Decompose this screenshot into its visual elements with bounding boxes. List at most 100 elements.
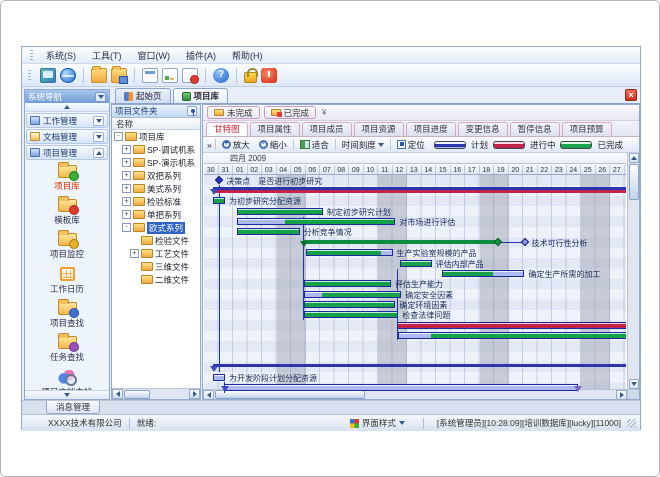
scroll-up-icon[interactable] (629, 153, 639, 163)
tree-node[interactable]: +工艺文件 (112, 247, 200, 260)
scrollbar-thumb[interactable] (215, 390, 365, 399)
gantt-task-bar[interactable] (397, 322, 626, 329)
menu-item[interactable]: 帮助(H) (224, 48, 271, 63)
tree-expander-icon[interactable]: + (122, 210, 131, 219)
gantt-task-bar[interactable] (237, 208, 323, 215)
tree-expander-icon[interactable]: + (130, 249, 139, 258)
gantt-milestone[interactable] (520, 238, 528, 246)
scroll-right-icon[interactable] (189, 389, 200, 399)
globe-icon[interactable] (60, 68, 76, 83)
report-icon[interactable] (142, 68, 158, 83)
gantt-tab-项目预算[interactable]: 项目预算 (562, 122, 612, 136)
tree-expander-icon[interactable]: - (114, 132, 123, 141)
gantt-task-bar[interactable] (304, 291, 401, 298)
gantt-task-bar[interactable] (224, 384, 579, 391)
gantt-task-bar[interactable] (213, 197, 225, 204)
tree-expander-icon[interactable]: + (122, 171, 131, 180)
sidebar-item-task-search[interactable]: 任务查找 (25, 331, 109, 365)
menu-item[interactable]: 窗口(W) (130, 48, 179, 63)
chart-report-icon[interactable] (162, 68, 178, 83)
menu-item[interactable]: 系统(S) (38, 48, 84, 63)
tree-expander-icon[interactable]: - (122, 223, 131, 232)
gantt-toolbar-定位[interactable]: 定位 (394, 138, 428, 152)
tree-expander-icon[interactable]: + (122, 197, 131, 206)
gantt-milestone[interactable] (215, 176, 223, 184)
document-tab-项目库[interactable]: 项目库 (173, 88, 229, 103)
gantt-vertical-scrollbar[interactable] (627, 153, 639, 389)
monitor-icon[interactable] (40, 68, 56, 83)
document-tab-起始页[interactable]: 起始页 (115, 88, 171, 103)
folder-window-icon[interactable] (111, 68, 127, 83)
sidebar-group-expanded[interactable]: 项目管理 (26, 145, 108, 160)
sidebar-collapse-button[interactable] (95, 92, 106, 102)
gantt-task-bar[interactable] (304, 311, 398, 318)
gantt-task-bar[interactable] (304, 301, 395, 308)
help-icon[interactable] (213, 68, 229, 83)
gantt-toolbar-放大[interactable]: 放大 (219, 138, 253, 152)
lock-icon[interactable] (244, 72, 257, 83)
close-icon[interactable]: × (625, 89, 637, 101)
gantt-task-bar[interactable] (442, 270, 525, 277)
gantt-task-bar[interactable] (398, 332, 626, 339)
sidebar-item-project-library[interactable]: 项目库 (25, 160, 109, 194)
sidebar-item-work-calendar[interactable]: 工作日历 (25, 262, 109, 297)
tree-horizontal-scrollbar[interactable] (112, 388, 200, 399)
alert-report-icon[interactable] (182, 68, 198, 83)
message-manager-tab[interactable]: 消息管理 (46, 401, 100, 414)
tree-node[interactable]: +SP-调试机系 (112, 143, 200, 156)
tree-node[interactable]: +美式系列 (112, 182, 200, 195)
scrollbar-thumb[interactable] (124, 390, 150, 399)
gantt-tab-项目进度[interactable]: 项目进度 (406, 122, 456, 136)
tree-node[interactable]: -项目库 (112, 130, 200, 143)
toolbar-chevron-icon[interactable]: » (207, 140, 212, 150)
folder-open-icon[interactable] (91, 68, 107, 83)
sidebar-item-project-monitor[interactable]: 项目监控 (25, 228, 109, 262)
gantt-task-bar[interactable] (237, 218, 395, 225)
menu-item[interactable]: 插件(A) (178, 48, 224, 63)
gantt-tab-项目资源[interactable]: 项目资源 (354, 122, 404, 136)
chevron-up-icon[interactable] (93, 148, 104, 158)
tree-node[interactable]: +SP-演示机系 (112, 156, 200, 169)
filter-button-已完成[interactable]: 已完成 (264, 106, 317, 119)
sidebar-scroll-down-button[interactable] (25, 390, 109, 399)
ui-style-button[interactable]: 界面样式 (345, 415, 410, 431)
gantt-task-bar[interactable] (304, 280, 391, 287)
gantt-summary-bar[interactable] (213, 364, 626, 367)
sidebar-scroll-up-button[interactable] (25, 103, 109, 112)
scroll-down-icon[interactable] (629, 379, 639, 389)
gantt-task-bar[interactable] (213, 374, 225, 381)
gantt-tab-变更信息[interactable]: 变更信息 (458, 122, 508, 136)
tree-node[interactable]: +单把系列 (112, 208, 200, 221)
gantt-tab-项目成员[interactable]: 项目成员 (302, 122, 352, 136)
power-icon[interactable] (261, 68, 277, 83)
tree-node[interactable]: 检验文件 (112, 234, 200, 247)
sidebar-item-template-library[interactable]: 模板库 (25, 194, 109, 228)
scrollbar-thumb[interactable] (629, 164, 639, 200)
gantt-task-bar[interactable] (306, 249, 393, 256)
tree-node[interactable]: +双把系列 (112, 169, 200, 182)
gantt-summary-bar[interactable] (303, 240, 499, 244)
tree-node[interactable]: 二维文件 (112, 273, 200, 286)
gantt-task-bar[interactable] (237, 228, 299, 235)
gantt-toolbar-缩小[interactable]: 缩小 (256, 138, 290, 152)
scroll-right-icon[interactable] (616, 390, 627, 400)
filter-button-未完成[interactable]: 未完成 (207, 106, 260, 119)
tree-expander-icon[interactable]: + (122, 184, 131, 193)
menu-item[interactable]: 工具(T) (84, 48, 130, 63)
tree-node[interactable]: 三维文件 (112, 260, 200, 273)
tree-expander-icon[interactable]: + (122, 158, 131, 167)
tree-expander-icon[interactable]: + (122, 145, 131, 154)
pin-icon[interactable] (187, 106, 197, 116)
sidebar-item-project-search[interactable]: 项目查找 (25, 297, 109, 331)
tree-node[interactable]: -欧式系列 (112, 221, 200, 234)
sidebar-group-collapsed[interactable]: 工作管理 (26, 113, 108, 128)
tree-column-header[interactable]: 名称 (112, 118, 200, 130)
overflow-icon[interactable]: ¥ (322, 108, 326, 117)
gantt-tab-项目属性[interactable]: 项目属性 (250, 122, 300, 136)
gantt-toolbar-适合[interactable]: 适合 (297, 138, 332, 152)
chevron-down-icon[interactable] (93, 132, 104, 142)
resize-grip-icon[interactable] (627, 419, 636, 428)
sidebar-group-collapsed[interactable]: 文档管理 (26, 129, 108, 144)
gantt-toolbar-时间刻度[interactable]: 时间刻度 (339, 138, 387, 152)
tree-node[interactable]: +检验标准 (112, 195, 200, 208)
